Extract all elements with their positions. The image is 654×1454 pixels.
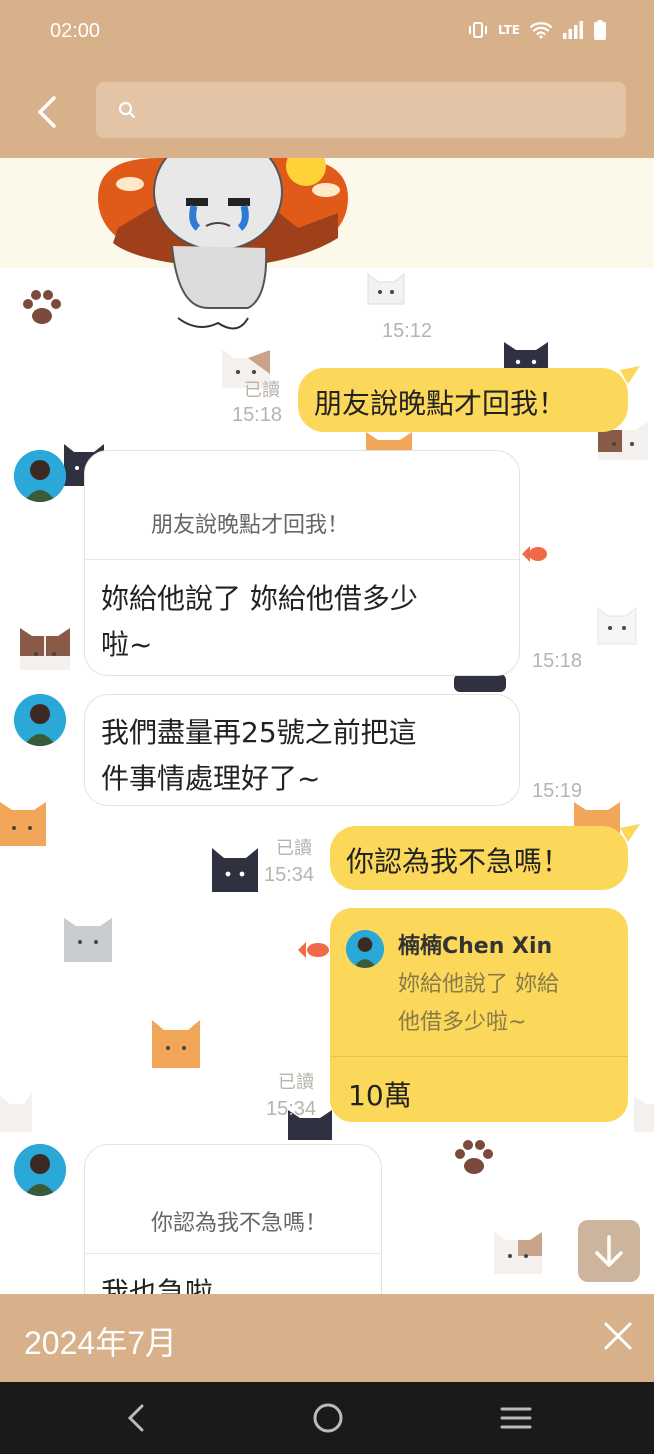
received-message-bubble[interactable]: 我們盡量再25號之前把這 件事情處理好了~ xyxy=(84,694,520,806)
quoted-sender-name: 楠楠Chen Xin xyxy=(398,934,553,959)
message-time: 15:34 xyxy=(264,864,315,886)
top-bar xyxy=(0,66,654,158)
search-input[interactable] xyxy=(146,92,610,130)
cat-icon xyxy=(634,1096,654,1132)
message-time: 15:18 xyxy=(532,650,583,672)
read-receipt: 已讀 xyxy=(276,838,312,859)
received-message-bubble[interactable]: 朋友說晚點才回我！ 妳給他說了 妳給他借多少 啦~ xyxy=(84,450,520,676)
message-time: 15:19 xyxy=(532,780,583,802)
signal-icon xyxy=(563,21,583,39)
nav-home-button[interactable] xyxy=(310,1400,346,1436)
back-button[interactable] xyxy=(30,92,66,132)
cat-icon xyxy=(212,848,258,892)
cat-icon xyxy=(20,628,70,670)
close-icon xyxy=(604,1322,632,1350)
status-icons: LTE xyxy=(468,20,606,40)
avatar[interactable] xyxy=(14,450,66,502)
chat-area[interactable]: 15:12 已讀 15:18 朋友說晚點才回我！ 朋友說晚點才回我！ 妳給他說了… xyxy=(0,158,654,1294)
paw-icon xyxy=(23,290,61,324)
cat-icon xyxy=(597,606,637,645)
sent-message-bubble[interactable]: 你認為我不急嗎！ xyxy=(330,826,628,890)
status-time: 02:00 xyxy=(50,20,101,42)
quoted-text: 他借多少啦~ xyxy=(398,1010,527,1035)
avatar[interactable] xyxy=(14,694,66,746)
bubble-tail xyxy=(620,366,640,384)
cat-icon xyxy=(454,674,506,692)
status-bar: 02:00 LTE xyxy=(0,0,654,66)
avatar[interactable] xyxy=(14,1144,66,1196)
arrow-down-icon xyxy=(595,1235,623,1267)
message-text: 10萬 xyxy=(348,1079,412,1112)
read-receipt: 已讀 xyxy=(244,380,280,401)
scroll-down-button[interactable] xyxy=(578,1220,640,1282)
system-nav-bar xyxy=(0,1382,654,1454)
divider xyxy=(85,559,519,560)
bubble-tail xyxy=(620,824,640,842)
avatar-image xyxy=(14,450,66,502)
received-message-bubble[interactable]: 你認為我不急嗎！ 我也急啦 xyxy=(84,1144,382,1294)
sent-reply-bubble[interactable]: 楠楠Chen Xin 妳給他說了 妳給 他借多少啦~ 10萬 xyxy=(330,908,628,1122)
message-time: 15:18 xyxy=(232,404,283,426)
quoted-text: 你認為我不急嗎！ xyxy=(151,1211,328,1236)
cat-icon xyxy=(494,1232,542,1274)
cat-icon xyxy=(64,918,112,962)
fish-icon xyxy=(298,942,329,958)
nav-back-button[interactable] xyxy=(120,1400,156,1436)
message-time: 15:12 xyxy=(382,320,433,342)
cat-icon xyxy=(152,1020,200,1068)
paw-icon xyxy=(455,1140,493,1174)
message-text: 我也急啦 xyxy=(101,1276,214,1294)
message-time: 15:34 xyxy=(266,1098,317,1120)
home-circle-icon xyxy=(313,1403,343,1433)
date-label[interactable]: 2024年7月 xyxy=(24,1318,177,1364)
message-text: 朋友說晚點才回我！ xyxy=(314,387,567,420)
quoted-text: 朋友說晚點才回我！ xyxy=(151,513,350,538)
chevron-left-icon xyxy=(38,96,56,128)
message-text: 啦~ xyxy=(101,628,153,661)
menu-icon xyxy=(500,1407,532,1429)
close-button[interactable] xyxy=(598,1316,638,1356)
message-text: 你認為我不急嗎！ xyxy=(346,845,571,878)
cat-icon xyxy=(0,1092,32,1132)
date-bar: 2024年7月 xyxy=(0,1294,654,1382)
divider xyxy=(330,1056,628,1057)
avatar-image xyxy=(346,930,384,968)
vibrate-icon xyxy=(468,22,487,38)
cat-icon xyxy=(0,802,46,846)
nav-recents-button[interactable] xyxy=(498,1400,534,1436)
message-text: 件事情處理好了~ xyxy=(101,762,321,795)
cat-icon xyxy=(504,342,548,372)
chevron-left-icon xyxy=(127,1404,144,1432)
sent-message-bubble[interactable]: 朋友說晚點才回我！ xyxy=(298,368,628,432)
read-receipt: 已讀 xyxy=(278,1072,314,1093)
search-icon xyxy=(118,101,136,119)
message-text: 我們盡量再25號之前把這 xyxy=(101,716,417,749)
divider xyxy=(85,1253,381,1254)
fish-icon xyxy=(522,546,547,562)
crying-sticker xyxy=(98,158,348,330)
avatar-image xyxy=(14,694,66,746)
wifi-icon xyxy=(530,22,552,39)
quoted-text: 妳給他說了 妳給 xyxy=(398,972,559,997)
search-bar[interactable] xyxy=(96,82,626,138)
battery-icon xyxy=(594,20,606,40)
cat-icon xyxy=(367,272,405,305)
avatar-image xyxy=(14,1144,66,1196)
network-type-label: LTE xyxy=(497,23,520,37)
message-text: 妳給他說了 妳給他借多少 xyxy=(101,582,418,615)
quoted-avatar xyxy=(346,930,384,968)
